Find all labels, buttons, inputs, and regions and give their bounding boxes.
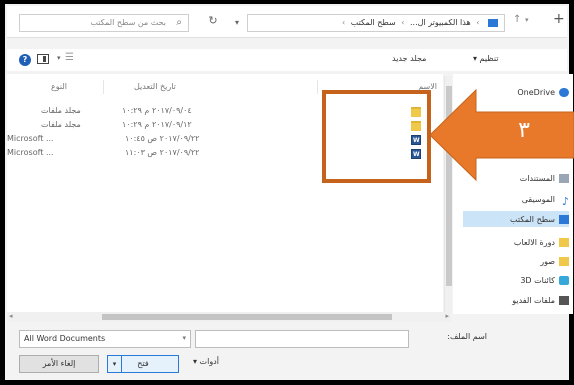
crumb-separator: › (476, 18, 480, 27)
sidebar-item-pictures[interactable]: صور (540, 253, 569, 269)
file-type: Microsoft ... (7, 134, 54, 143)
refresh-icon: ↻ (208, 14, 218, 27)
view-options-dropdown[interactable]: ▾ (57, 54, 61, 62)
horizontal-scrollbar[interactable]: ◂ ▸ (7, 312, 451, 322)
sidebar-item-label: سطح المكتب (510, 214, 555, 224)
crumb-separator: › (401, 18, 405, 27)
file-date: ٢٠١٧/٠٩/٠٤ م ١٠:٢٩ (122, 106, 192, 115)
preview-pane-icon[interactable] (37, 54, 49, 64)
sidebar-item-label: ملفات الفديو (512, 295, 555, 305)
column-divider[interactable] (103, 80, 104, 94)
sidebar-item-label: دورة الالعاب (513, 237, 555, 247)
file-date: ٢٠١٧/٠٩/٢٢ ص ١٠:٤٥ (125, 134, 200, 143)
3d-objects-icon (559, 275, 569, 285)
file-type: Microsoft ... (7, 148, 54, 157)
chevron-down-icon: ▾ (234, 18, 239, 27)
search-placeholder: بحث من سطح المكتب (90, 18, 166, 27)
computer-icon (488, 18, 498, 27)
column-header-date[interactable]: تاريخ التعديل (134, 82, 176, 91)
column-header-type[interactable]: النوع (51, 82, 67, 91)
folder-icon (559, 237, 569, 247)
help-icon[interactable]: ? (19, 54, 31, 66)
breadcrumb-desktop[interactable]: سطح المكتب (351, 18, 396, 27)
tools-button[interactable]: أدوات ▾ (193, 357, 219, 366)
search-input[interactable]: بحث من سطح المكتب ⌕ (19, 14, 189, 32)
view-icon[interactable]: ☰ (65, 52, 74, 63)
new-folder-button[interactable]: مجلد جديد (392, 54, 426, 63)
sidebar-item-desktop[interactable]: سطح المكتب (463, 211, 569, 227)
chevron-down-icon: ▾ (182, 334, 186, 342)
callout-number: ٣ (518, 118, 530, 143)
scroll-right-icon[interactable]: ▸ (445, 312, 449, 320)
video-icon (559, 295, 569, 305)
folder-icon (559, 256, 569, 266)
column-divider[interactable] (317, 80, 318, 94)
open-button-label: فتح (137, 359, 149, 368)
callout-highlight-box (322, 90, 431, 183)
open-options-icon[interactable]: ▾ (108, 356, 122, 372)
back-arrow-icon[interactable]: + (553, 11, 565, 27)
horizontal-scrollbar-thumb[interactable] (102, 314, 392, 320)
command-bar: ? ▾ ☰ مجلد جديد تنظيم ▾ (7, 49, 567, 71)
file-type: مجلد ملفات (41, 120, 81, 129)
filename-field[interactable] (195, 330, 409, 348)
desktop-icon (559, 214, 569, 224)
filename-label: اسم الملف: (447, 332, 487, 341)
open-button[interactable]: ▾ فتح (107, 355, 179, 373)
sidebar-item-music[interactable]: ♪ الموسيقى (521, 191, 569, 208)
organize-button[interactable]: تنظيم ▾ (473, 54, 499, 63)
refresh-button[interactable]: ↻ (203, 14, 223, 32)
sidebar-item-3d-objects[interactable]: كائنات 3D (520, 272, 569, 288)
file-type: مجلد ملفات (41, 106, 81, 115)
up-arrow-icon[interactable]: ↑ (513, 14, 521, 25)
scroll-left-icon[interactable]: ◂ (9, 312, 13, 320)
address-bar[interactable]: › هذا الكمبيوتر ال... › سطح المكتب › (247, 14, 505, 32)
filetype-select[interactable]: All Word Documents ▾ (19, 330, 191, 348)
file-date: ٢٠١٧/٠٩/٢٢ ص ١١:٠٣ (125, 148, 200, 157)
file-date: ٢٠١٧/٠٩/١٢ م ١٠:٢٩ (122, 120, 192, 129)
sidebar-item-label: صور (540, 256, 555, 266)
recent-locations-dropdown[interactable]: ▾ (525, 16, 529, 24)
filetype-value: All Word Documents (24, 334, 106, 343)
address-dropdown-button[interactable]: ▾ (229, 14, 245, 32)
address-toolbar: بحث من سطح المكتب ⌕ ↻ ▾ › هذا الكمبيوتر … (7, 6, 567, 38)
dialog-footer: اسم الملف: All Word Documents ▾ أدوات ▾ … (7, 322, 567, 380)
sidebar-item-games[interactable]: دورة الالعاب (514, 234, 569, 250)
music-icon: ♪ (561, 194, 569, 208)
breadcrumb-this-pc[interactable]: هذا الكمبيوتر ال... (410, 18, 471, 27)
sidebar-item-videos[interactable]: ملفات الفديو (512, 292, 569, 308)
sidebar-item-label: الموسيقى (521, 194, 555, 204)
search-icon: ⌕ (176, 17, 182, 28)
crumb-separator: › (342, 18, 346, 27)
open-file-dialog: بحث من سطح المكتب ⌕ ↻ ▾ › هذا الكمبيوتر … (0, 0, 574, 385)
cancel-button[interactable]: إلغاء الأمر (19, 355, 99, 373)
sidebar-item-label: كائنات 3D (520, 275, 555, 285)
